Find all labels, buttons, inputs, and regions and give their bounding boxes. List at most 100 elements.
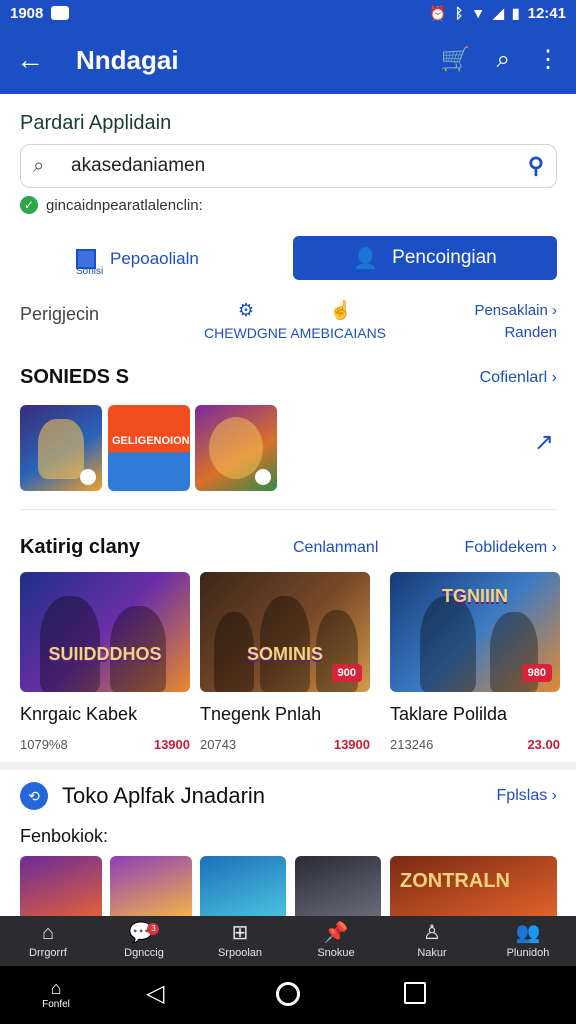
- grid-icon: ⊞: [231, 922, 249, 944]
- game-thumbnail[interactable]: [110, 856, 192, 916]
- signal-icon: ◢: [493, 5, 504, 21]
- thumbnail-text: GELIGENOION: [112, 435, 190, 447]
- battery-icon: ▮: [511, 5, 520, 21]
- game-thumbnail[interactable]: [20, 856, 102, 916]
- game-card-name: Taklare Polilda: [390, 704, 508, 724]
- nav-item-person[interactable]: ♙ Nakur: [384, 916, 480, 966]
- nav-item-home[interactable]: ⌂ Drrgorrf: [0, 916, 96, 966]
- game-card-price: 13900: [333, 737, 370, 752]
- nav-item-chat[interactable]: 💬3 Dgnccig: [96, 916, 192, 966]
- game-thumbnail[interactable]: [20, 405, 102, 491]
- game-thumbnail[interactable]: GELIGENOION: [108, 405, 190, 491]
- store-icon[interactable]: 🛒: [441, 48, 471, 72]
- game-card-art: SOMINIS 900: [200, 572, 370, 692]
- notification-badge: 3: [147, 923, 160, 935]
- system-home-tab[interactable]: ⌂ Fonfel: [36, 978, 76, 1010]
- game-card-price: 13900: [153, 737, 190, 752]
- home-circle-icon[interactable]: [276, 982, 300, 1006]
- category-right[interactable]: Pensaklain › Randen: [474, 300, 557, 344]
- nav-item-grid[interactable]: ⊞ Srpoolan: [192, 916, 288, 966]
- category-middle-label: CHEWDGNE AMEBICAIANS: [203, 325, 387, 341]
- game-card-art: SUIIDDDHOS: [20, 572, 190, 692]
- game-card[interactable]: TGNIIIN 980 Taklare Polilda 213246 23.00: [390, 572, 560, 752]
- katirig-right-link[interactable]: Foblidekem ›: [465, 539, 557, 557]
- game-card-count: 20743: [200, 737, 237, 752]
- verify-text: gincaidnpearatlalenclin:: [46, 196, 203, 214]
- toggle-right-label: Pencoingian: [392, 247, 497, 268]
- toggle-right-button[interactable]: 👤 Pencoingian: [293, 236, 557, 280]
- system-nav-bar: ⌂ Fonfel ◁: [0, 966, 576, 1024]
- sonieds-header: SONIEDS S Cofienlarl ›: [20, 366, 557, 389]
- puzzle-icon: ⚙: [237, 300, 254, 320]
- back-triangle-icon[interactable]: ◁: [146, 982, 164, 1006]
- check-circle-icon: ✓: [20, 196, 38, 214]
- toko-subheading: Fenbokiok:: [20, 826, 109, 846]
- sonieds-heading: SONIEDS S: [20, 366, 129, 388]
- category-right-line1: Pensaklain: [474, 302, 548, 319]
- game-card-count: 213246: [390, 737, 434, 752]
- game-thumbnail[interactable]: [195, 405, 277, 491]
- search-value[interactable]: akasedaniamen: [71, 155, 205, 177]
- game-thumbnail[interactable]: [200, 856, 286, 916]
- game-card[interactable]: SUIIDDDHOS Knrgaic Kabek 1079%8 13900: [20, 572, 190, 752]
- game-banner[interactable]: ZONTRALN: [390, 856, 557, 916]
- wifi-icon: ▼: [471, 5, 486, 21]
- sonieds-link[interactable]: Cofienlarl ›: [480, 369, 557, 387]
- recents-square-icon[interactable]: [404, 982, 426, 1004]
- nav-item-group[interactable]: 👥 Plunidoh: [480, 916, 576, 966]
- game-thumbnail[interactable]: [295, 856, 381, 916]
- person-icon: 👤: [353, 247, 379, 270]
- toggle-left-label: Pepoaolialn: [110, 249, 199, 268]
- notification-icon: [51, 6, 70, 20]
- status-time-right: 12:41: [527, 4, 566, 22]
- price-badge: 900: [331, 664, 362, 682]
- bottom-nav: ⌂ Drrgorrf 💬3 Dgnccig ⊞ Srpoolan 📌 Snoku…: [0, 916, 576, 966]
- group-icon: 👥: [515, 922, 541, 944]
- katirig-mid-link[interactable]: Cenlanmanl: [293, 539, 378, 557]
- toko-header: ⟲ Toko Aplfak Jnadarin Fplslas ›: [20, 782, 557, 810]
- search-submit-icon[interactable]: ⚲: [528, 153, 544, 179]
- app-bar: ← Nndagai 🛒 ⌕ ⋮: [0, 26, 576, 94]
- nav-item-pin[interactable]: 📌 Snokue: [288, 916, 384, 966]
- back-arrow-icon[interactable]: ←: [16, 46, 56, 74]
- category-row: Perigjecin ⚙ ☝ CHEWDGNE AMEBICAIANS Pens…: [20, 300, 557, 348]
- category-right-line2: Randen: [504, 324, 557, 341]
- search-field-icon: ⌕: [33, 154, 45, 177]
- search-icon[interactable]: ⌕: [497, 48, 510, 72]
- category-middle[interactable]: ⚙ ☝ CHEWDGNE AMEBICAIANS: [200, 300, 390, 341]
- katirig-heading: Katirig clany: [20, 536, 141, 558]
- toko-link[interactable]: Fplslas ›: [497, 787, 557, 805]
- toggle-left-sublabel: Sonisi: [76, 266, 104, 277]
- game-card-price: 23.00: [527, 737, 560, 752]
- chat-icon: 💬3: [129, 923, 160, 945]
- verify-row: ✓ gincaidnpearatlalenclin:: [20, 196, 203, 214]
- toggle-left-button[interactable]: Pepoaolialn Sonisi: [76, 238, 276, 280]
- hand-icon: ☝: [329, 300, 353, 320]
- banner-text: ZONTRALN: [400, 870, 510, 892]
- home-icon: ⌂: [41, 922, 55, 944]
- price-badge: 980: [521, 664, 552, 682]
- bluetooth-icon: ᛒ: [454, 5, 464, 21]
- app-logo-icon: ⟲: [20, 782, 48, 810]
- person-icon: ♙: [423, 922, 441, 944]
- game-card-name: Tnegenk Pnlah: [200, 704, 322, 724]
- game-card-count: 1079%8: [20, 737, 68, 752]
- status-time-left: 1908: [10, 4, 44, 22]
- pin-icon: 📌: [323, 922, 349, 944]
- toko-heading: Toko Aplfak Jnadarin: [62, 783, 266, 808]
- divider: [20, 509, 557, 510]
- search-section-title: Pardari Applidain: [20, 112, 172, 134]
- house-icon: ⌂: [50, 978, 62, 998]
- alarm-icon: ⏰: [429, 5, 447, 21]
- search-input[interactable]: ⌕ akasedaniamen ⚲: [20, 144, 557, 188]
- app-bar-title: Nndagai: [76, 44, 179, 75]
- arrow-expand-icon[interactable]: ↗: [534, 428, 554, 457]
- game-card[interactable]: SOMINIS 900 Tnegenk Pnlah 20743 13900: [200, 572, 370, 752]
- game-card-name: Knrgaic Kabek: [20, 704, 138, 724]
- category-left[interactable]: Perigjecin: [20, 304, 99, 325]
- section-separator: [0, 762, 576, 770]
- more-vert-icon[interactable]: ⋮: [536, 48, 560, 72]
- katirig-header: Katirig clany Cenlanmanl Foblidekem ›: [20, 536, 557, 559]
- status-bar: 1908 ⏰ ᛒ ▼ ◢ ▮ 12:41: [0, 0, 576, 26]
- game-card-art: TGNIIIN 980: [390, 572, 560, 692]
